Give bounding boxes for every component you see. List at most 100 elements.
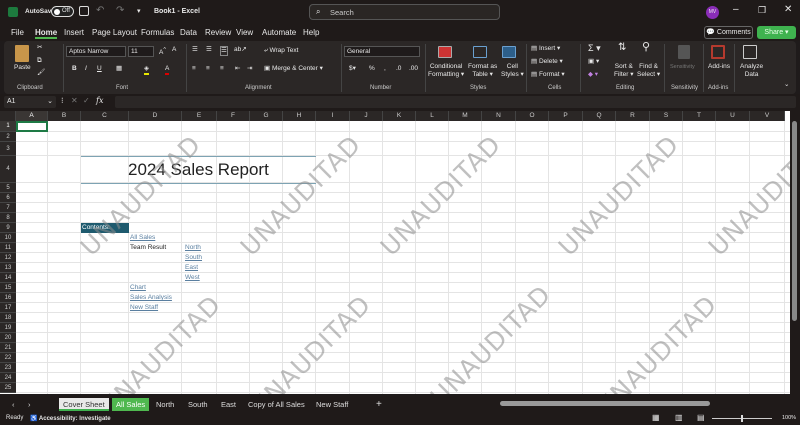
column-header[interactable]: A xyxy=(16,111,48,121)
italic-button[interactable]: I xyxy=(85,65,87,73)
tab-north[interactable]: North xyxy=(152,398,178,411)
format-cells-button[interactable]: ▤ Format ▾ xyxy=(531,71,565,79)
clear-icon[interactable]: ◆ ▾ xyxy=(588,71,598,79)
page-layout-view-icon[interactable]: ▥ xyxy=(675,413,683,422)
selected-cell-a1[interactable] xyxy=(16,121,48,132)
column-header[interactable]: E xyxy=(182,111,217,121)
row-header[interactable]: 18 xyxy=(0,313,16,323)
font-name-select[interactable]: Aptos Narrow xyxy=(66,46,126,57)
fill-icon[interactable]: ▣ ▾ xyxy=(588,58,599,66)
paste-button[interactable]: Paste xyxy=(14,64,31,72)
column-header[interactable]: R xyxy=(616,111,650,121)
tab-insert[interactable]: Insert xyxy=(64,28,84,37)
row-header[interactable]: 17 xyxy=(0,303,16,313)
row-header[interactable]: 15 xyxy=(0,283,16,293)
redo-icon[interactable]: ↷ xyxy=(116,5,124,16)
normal-view-icon[interactable]: ▦ xyxy=(652,413,660,422)
row-header[interactable]: 23 xyxy=(0,363,16,373)
row-header[interactable]: 25 xyxy=(0,383,16,393)
restore-button[interactable]: ❐ xyxy=(758,5,766,16)
row-header[interactable]: 12 xyxy=(0,253,16,263)
autosum-icon[interactable]: Σ ▾ xyxy=(588,44,601,53)
row-header[interactable]: 4 xyxy=(0,156,16,183)
tab-cover-sheet[interactable]: Cover Sheet xyxy=(59,398,109,411)
link-all-sales[interactable]: All Sales xyxy=(130,234,155,241)
row-header[interactable]: 24 xyxy=(0,373,16,383)
link-south[interactable]: South xyxy=(185,254,202,261)
name-box[interactable]: A1 ⌄ xyxy=(4,96,56,108)
column-header[interactable]: C xyxy=(81,111,129,121)
tab-page-layout[interactable]: Page Layout xyxy=(92,28,137,37)
comma-icon[interactable]: , xyxy=(384,65,386,73)
format-painter-icon[interactable]: 🖌 xyxy=(37,69,45,77)
row-header[interactable]: 10 xyxy=(0,233,16,243)
wrap-text-button[interactable]: ⤶ Wrap Text xyxy=(264,47,298,55)
decrease-font-icon[interactable]: A xyxy=(172,46,176,54)
add-ins-button[interactable]: Add-ins xyxy=(708,63,730,71)
merge-center-button[interactable]: ▣ Merge & Center ▾ xyxy=(264,65,323,73)
number-format-select[interactable]: General xyxy=(344,46,420,57)
row-header[interactable]: 1 xyxy=(0,121,16,132)
row-header[interactable]: 3 xyxy=(0,142,16,156)
sort-filter-button[interactable]: Sort & Filter ▾ xyxy=(614,63,634,79)
tab-south[interactable]: South xyxy=(184,398,212,411)
ribbon-expand-icon[interactable]: ⌄ xyxy=(784,81,789,89)
customize-qat-icon[interactable]: ▾ xyxy=(137,7,141,15)
row-header[interactable]: 22 xyxy=(0,353,16,363)
next-sheet-button[interactable]: › xyxy=(24,398,35,411)
align-top-icon[interactable]: ☰ xyxy=(192,46,198,54)
zoom-slider[interactable] xyxy=(712,415,772,422)
column-header[interactable]: U xyxy=(716,111,750,121)
row-header[interactable]: 19 xyxy=(0,323,16,333)
tab-all-sales[interactable]: All Sales xyxy=(112,398,150,411)
insert-function-button[interactable]: fx xyxy=(96,96,103,105)
column-header[interactable]: I xyxy=(316,111,350,121)
conditional-formatting-button[interactable]: Conditional Formatting ▾ xyxy=(428,63,464,79)
tab-copy-of-all-sales[interactable]: Copy of All Sales xyxy=(244,398,309,411)
font-size-select[interactable]: 11 xyxy=(128,46,154,57)
align-middle-icon[interactable]: ☰ xyxy=(206,46,212,54)
column-header[interactable]: O xyxy=(516,111,549,121)
column-header[interactable]: L xyxy=(416,111,449,121)
worksheet-grid[interactable]: A B C D E F G H I J K L M N O P Q R S T U V 1 2 3 4 5 6 7 8 9 10 11 12 13 1… xyxy=(0,111,790,394)
column-header[interactable]: G xyxy=(250,111,283,121)
tab-home[interactable]: Home xyxy=(35,28,58,39)
align-left-icon[interactable]: ≡ xyxy=(192,65,196,73)
increase-font-icon[interactable]: A^ xyxy=(159,46,166,57)
link-north[interactable]: North xyxy=(185,244,201,251)
autosave-toggle[interactable]: Off xyxy=(51,6,74,17)
link-west[interactable]: West xyxy=(185,274,200,281)
column-header[interactable]: P xyxy=(549,111,583,121)
column-header[interactable]: T xyxy=(683,111,716,121)
align-bottom-icon[interactable]: ☰ xyxy=(220,46,228,56)
prev-sheet-button[interactable]: ‹ xyxy=(8,398,19,411)
borders-icon[interactable]: ▦ xyxy=(116,65,122,73)
align-right-icon[interactable]: ≡ xyxy=(220,65,224,73)
link-chart[interactable]: Chart xyxy=(130,284,146,291)
column-header[interactable]: N xyxy=(482,111,516,121)
cancel-icon[interactable]: ✕ xyxy=(71,96,78,105)
save-icon[interactable] xyxy=(79,6,89,16)
tab-data[interactable]: Data xyxy=(180,28,197,37)
formula-input[interactable] xyxy=(115,96,796,108)
delete-cells-button[interactable]: ▤ Delete ▾ xyxy=(531,58,563,66)
add-sheet-button[interactable]: + xyxy=(372,398,386,411)
page-break-view-icon[interactable]: ▤ xyxy=(697,413,705,422)
row-header[interactable]: 14 xyxy=(0,273,16,283)
column-header[interactable]: H xyxy=(283,111,316,121)
column-header[interactable]: D xyxy=(129,111,182,121)
row-header[interactable]: 16 xyxy=(0,293,16,303)
tab-automate[interactable]: Automate xyxy=(262,28,296,37)
accounting-icon[interactable]: $▾ xyxy=(349,65,356,73)
cut-icon[interactable]: ✂ xyxy=(37,44,42,52)
tab-formulas[interactable]: Formulas xyxy=(141,28,174,37)
column-header[interactable]: Q xyxy=(583,111,616,121)
increase-indent-icon[interactable]: ⇥ xyxy=(247,65,252,73)
minimize-button[interactable]: – xyxy=(733,4,739,15)
tab-help[interactable]: Help xyxy=(303,28,319,37)
find-select-button[interactable]: Find & Select ▾ xyxy=(637,63,660,79)
row-header[interactable]: 20 xyxy=(0,333,16,343)
undo-icon[interactable]: ↶ xyxy=(96,5,104,16)
font-color-icon[interactable]: A xyxy=(165,65,170,75)
tab-view[interactable]: View xyxy=(236,28,253,37)
